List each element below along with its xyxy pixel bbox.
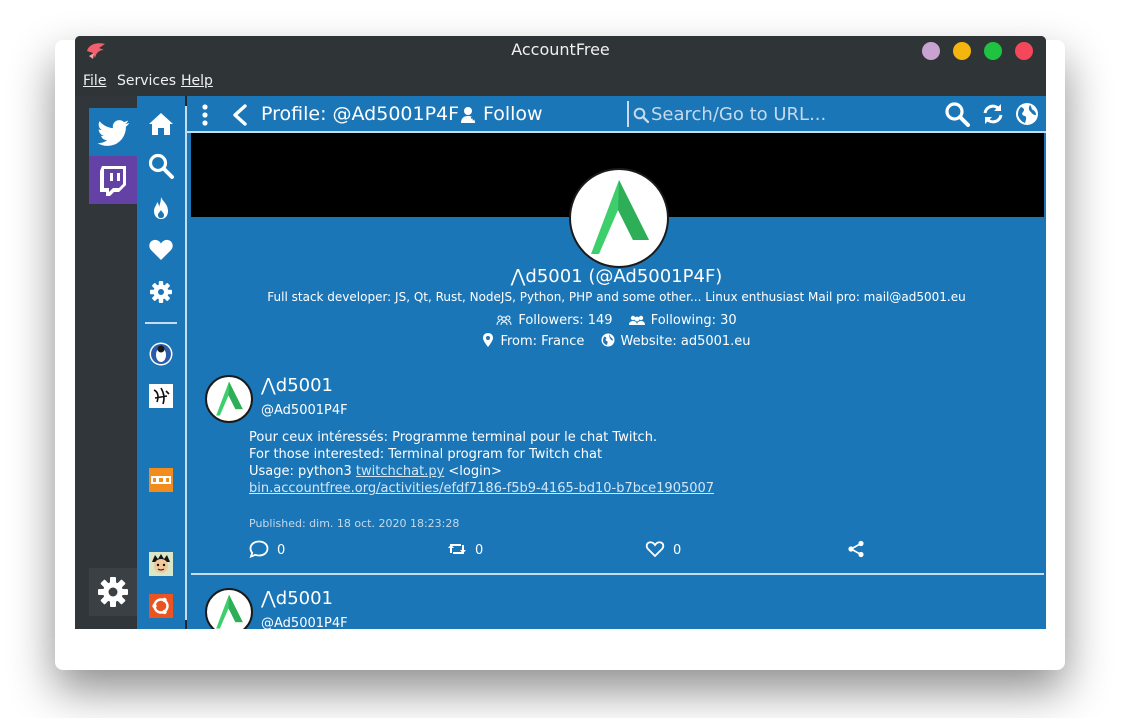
followers-count: Followers: 149 [518, 313, 613, 328]
followed-user-ubuntu-avatar[interactable] [149, 594, 173, 618]
followed-user-cartoon-avatar[interactable] [149, 552, 173, 576]
tweet-line: Pour ceux intéressés: Programme terminal… [249, 430, 658, 445]
tweet-line: For those interested: Terminal program f… [249, 447, 603, 462]
ad5001-logo-icon [591, 180, 649, 254]
tweet-text-fragment: Usage: python3 [249, 464, 356, 479]
profile-avatar [569, 168, 669, 268]
followed-user-sketch-avatar[interactable] [149, 384, 173, 408]
website-globe-icon [601, 333, 615, 347]
tweet-author-name[interactable]: ⋀d5001 [261, 375, 333, 396]
tweet-avatar[interactable] [205, 375, 253, 423]
profile-bio: Full stack developer: JS, Qt, Rust, Node… [267, 290, 966, 304]
tweet-author-handle[interactable]: @Ad5001P4F [261, 403, 348, 418]
gear-icon [98, 577, 128, 607]
services-sidebar [75, 96, 137, 629]
like-action[interactable]: 0 [645, 540, 681, 558]
tweet-author-handle[interactable]: @Ad5001P4F [261, 616, 348, 629]
tweet-avatar[interactable] [205, 588, 253, 629]
tweet-author-name[interactable]: ⋀d5001 [261, 588, 333, 609]
maximize-button[interactable] [984, 42, 1002, 60]
followed-user-omg-avatar[interactable] [149, 468, 173, 492]
nav-sidebar [137, 96, 187, 629]
profile-view: Profile: @Ad5001P4F Follow Search/Go to … [187, 96, 1046, 629]
followers-icon [496, 315, 512, 326]
app-window: AccountFree File Services Help Profile: … [75, 36, 1046, 629]
website-info[interactable]: Website: ad5001.eu [601, 333, 751, 349]
website-text: Website: ad5001.eu [620, 334, 751, 349]
heart-icon[interactable] [147, 236, 175, 264]
menu-bar: File Services Help [75, 66, 1046, 96]
service-twitter[interactable] [89, 108, 137, 156]
location-info: From: France [482, 333, 584, 349]
menu-help[interactable]: Help [181, 73, 213, 89]
trending-fire-icon[interactable] [147, 194, 175, 222]
minimize-button[interactable] [953, 42, 971, 60]
global-settings-button[interactable] [89, 568, 137, 616]
tweet-text-fragment: <login> [444, 464, 502, 479]
retweet-action[interactable]: 0 [447, 540, 483, 558]
tweet-separator [191, 573, 1044, 575]
twitter-icon [97, 120, 130, 146]
search-icon[interactable] [147, 152, 175, 180]
like-heart-icon [645, 541, 665, 558]
search-bar [627, 101, 939, 127]
close-button[interactable] [1015, 42, 1033, 60]
followed-user-penguin-avatar[interactable] [149, 342, 173, 366]
following-icon [628, 315, 645, 325]
reply-bubble-icon [249, 540, 269, 559]
share-action[interactable] [847, 540, 873, 558]
ad5001-logo-icon [216, 381, 243, 416]
like-count: 0 [673, 543, 682, 558]
tweet-line: bin.accountfree.org/activities/efdf7186-… [249, 480, 714, 497]
top-toolbar: Profile: @Ad5001P4F Follow [187, 96, 1046, 132]
more-menu-icon[interactable] [202, 104, 208, 126]
tweet-published-date: Published: dim. 18 oct. 2020 18:23:28 [249, 517, 460, 530]
menu-file[interactable]: File [83, 73, 106, 89]
share-icon [848, 540, 864, 558]
twitch-icon [100, 166, 126, 196]
menu-services[interactable]: Services [117, 73, 176, 89]
follow-button[interactable]: Follow [483, 103, 543, 125]
back-arrow-icon[interactable] [231, 104, 249, 126]
refresh-icon[interactable] [980, 101, 1006, 127]
ad5001-logo-icon [216, 594, 243, 629]
reply-count: 0 [277, 543, 286, 558]
nav-divider [145, 322, 177, 324]
title-bar[interactable]: AccountFree [75, 36, 1046, 66]
window-title: AccountFree [511, 40, 610, 59]
search-input[interactable] [651, 101, 931, 127]
service-twitch[interactable] [89, 156, 137, 204]
search-field-icon [633, 107, 649, 123]
profile-name: ⋀d5001 (@Ad5001P4F) [510, 266, 723, 287]
tweet-url-link[interactable]: bin.accountfree.org/activities/efdf7186-… [249, 481, 714, 496]
location-pin-icon [483, 333, 494, 347]
settings-gear-icon[interactable] [147, 278, 175, 306]
tweet-line: Usage: python3 twitchchat.py <login> [249, 463, 714, 480]
search-submit-icon[interactable] [944, 101, 970, 127]
retweet-count: 0 [475, 543, 484, 558]
follow-user-icon[interactable] [459, 106, 477, 124]
tweet-text: Pour ceux intéressés: Programme terminal… [249, 429, 714, 497]
page-title: Profile: @Ad5001P4F [261, 103, 460, 125]
followers-stat[interactable]: Followers: 149 [496, 313, 613, 328]
tweet-file-link[interactable]: twitchchat.py [356, 464, 444, 479]
profile-stats-row: Followers: 149 Following: 30 [187, 313, 1046, 328]
retweet-icon [448, 544, 466, 554]
globe-icon[interactable] [1014, 101, 1040, 127]
following-stat[interactable]: Following: 30 [628, 313, 737, 328]
reply-action[interactable]: 0 [249, 540, 286, 559]
following-count: Following: 30 [650, 313, 737, 328]
profile-info-row: From: France Website: ad5001.eu [187, 333, 1046, 349]
sticky-button[interactable] [922, 42, 940, 60]
home-icon[interactable] [147, 110, 175, 138]
location-text: From: France [500, 334, 585, 349]
